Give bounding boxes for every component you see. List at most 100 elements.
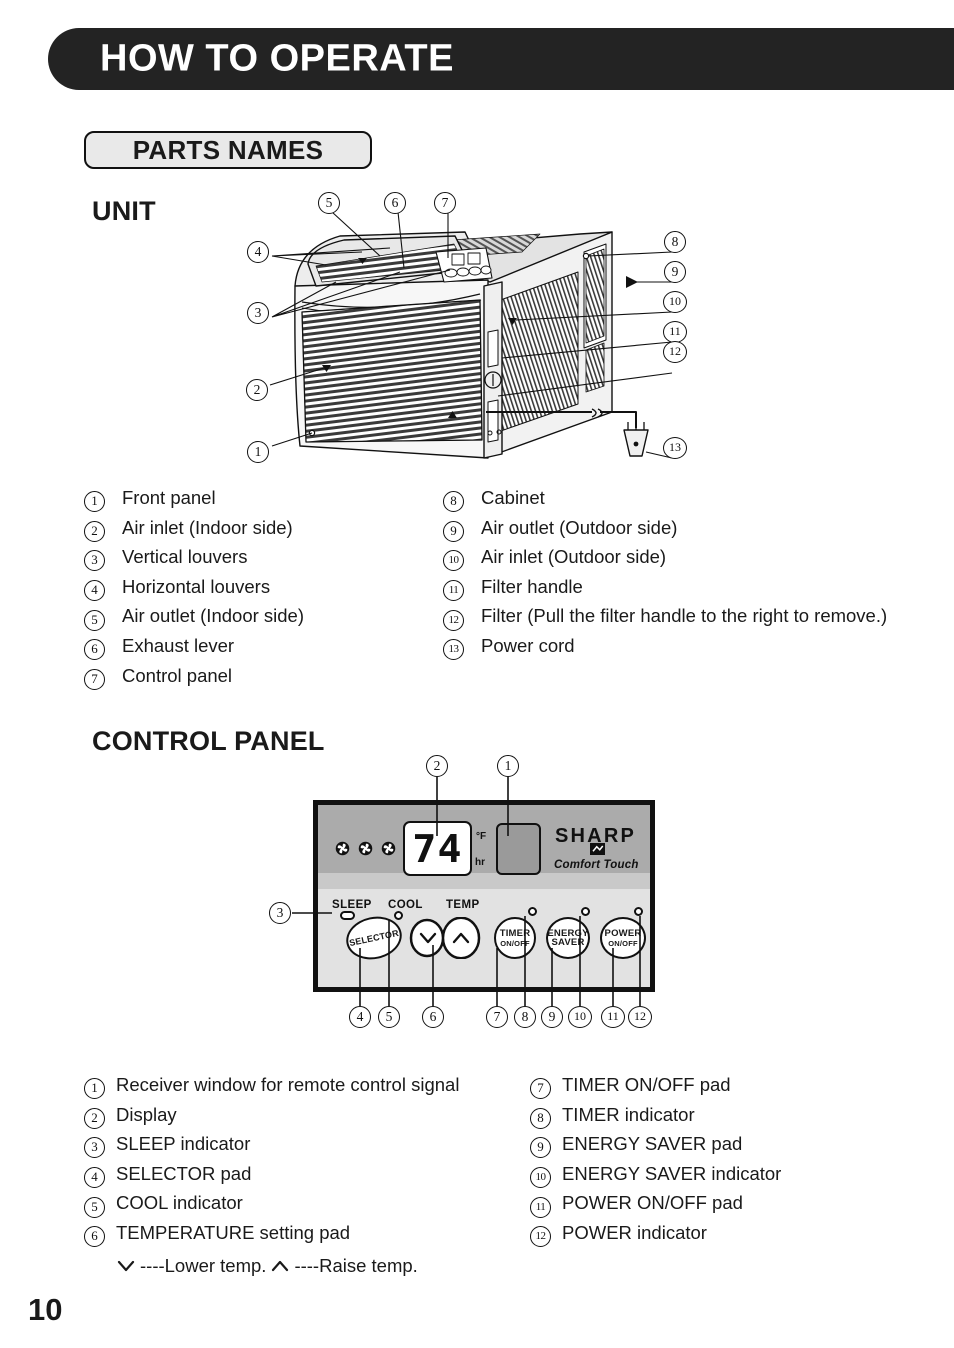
unit-section-heading: UNIT	[92, 196, 156, 226]
timer-pad-label-line2: ON/OFF	[500, 938, 530, 948]
list-item-label: Horizontal louvers	[122, 575, 271, 597]
control-panel-parts-list-right: 7 TIMER ON/OFF pad 8 TIMER indicator 9 ENER…	[530, 1074, 950, 1252]
list-item-label: Control panel	[122, 664, 233, 686]
list-item-number: 11	[443, 580, 464, 602]
list-item-number: 3	[84, 1137, 105, 1159]
energy-pad-label-line2: SAVER	[551, 937, 585, 948]
control-panel-parts-list-left: 1 Receiver window for remote control sign…	[84, 1074, 534, 1281]
unit-callout-10: 10	[663, 291, 687, 313]
list-item-number: 8	[530, 1107, 551, 1129]
list-item-label: Filter handle	[481, 575, 583, 597]
list-item: 3 Vertical louvers	[84, 546, 444, 576]
display-temperature-value: 74	[412, 827, 463, 871]
list-item-label: Filter (Pull the filter handle to the ri…	[481, 605, 888, 627]
list-item: 1 Receiver window for remote control sign…	[84, 1074, 534, 1104]
comfort-touch-mark-icon	[590, 843, 605, 855]
control-panel-callout-6: 6	[422, 1006, 444, 1028]
list-item-number: 4	[84, 1167, 105, 1189]
control-panel-callout-9: 9	[541, 1006, 563, 1028]
list-item-number: 9	[443, 520, 464, 542]
control-panel-callout-11: 11	[601, 1006, 625, 1028]
lower-temp-note: ----Lower temp.	[140, 1255, 267, 1277]
list-item: 10 Air inlet (Outdoor side)	[443, 546, 943, 576]
control-panel-callout-5: 5	[378, 1006, 400, 1028]
list-item-label: Vertical louvers	[122, 546, 248, 568]
power-pad-label-line1: POWER	[604, 928, 642, 939]
list-item-label: Power cord	[481, 634, 575, 656]
chevron-up-icon	[272, 1261, 289, 1272]
control-panel-callout-4: 4	[349, 1006, 371, 1028]
list-item-number: 12	[530, 1226, 551, 1248]
list-item: 6 Exhaust lever	[84, 635, 444, 665]
list-item-number: 11	[530, 1196, 551, 1218]
list-item-number: 6	[84, 639, 105, 661]
control-panel-callout-10: 10	[568, 1006, 592, 1028]
page-title: HOW TO OPERATE	[100, 37, 454, 80]
list-item-label: Air inlet (Outdoor side)	[481, 546, 667, 568]
energy-saver-pad[interactable]: ENERGY SAVER	[546, 917, 590, 959]
list-item-label: Cabinet	[481, 487, 545, 508]
temperature-pad-note: ----Lower temp. ----Raise temp.	[116, 1252, 534, 1282]
cool-indicator-led	[394, 911, 403, 920]
timer-pad-label-line1: TIMER	[499, 928, 531, 939]
list-item: 4 Horizontal louvers	[84, 576, 444, 606]
raise-temp-note: ----Raise temp.	[294, 1255, 418, 1277]
unit-callout-1: 1	[247, 441, 269, 463]
unit-callout-8: 8	[664, 231, 686, 253]
list-item-number: 1	[84, 1078, 105, 1100]
list-item-label: ENERGY SAVER indicator	[562, 1162, 782, 1184]
list-item-label: Air outlet (Indoor side)	[122, 605, 305, 627]
list-item-number: 5	[84, 609, 105, 631]
unit-callout-13: 13	[663, 437, 687, 459]
control-panel-divider-band	[318, 873, 650, 889]
sleep-indicator-label: SLEEP	[332, 899, 372, 911]
timer-onoff-pad[interactable]: TIMER ON/OFF	[494, 917, 536, 959]
list-item: 2 Air inlet (Indoor side)	[84, 517, 444, 547]
display-lcd: 74	[403, 821, 472, 876]
list-item-number: 1	[84, 491, 105, 513]
page-header-banner: HOW TO OPERATE	[48, 28, 954, 90]
energy-saver-indicator-led	[581, 907, 590, 916]
temperature-setting-pad[interactable]	[408, 917, 482, 959]
list-item: 1 Front panel	[84, 487, 444, 517]
control-panel-callout-7: 7	[486, 1006, 508, 1028]
control-panel-callout-3: 3	[269, 902, 291, 924]
remote-receiver-window	[496, 823, 541, 875]
fan-speed-icon	[358, 841, 373, 856]
unit-callout-3: 3	[247, 302, 269, 324]
unit-callout-9: 9	[664, 261, 686, 283]
list-item: 12 POWER indicator	[530, 1222, 950, 1252]
control-panel-section-heading: CONTROL PANEL	[92, 726, 325, 756]
unit-parts-list-right: 8 Cabinet 9 Air outlet (Outdoor side) 10 Ai…	[443, 487, 943, 665]
list-item-label: TIMER ON/OFF pad	[562, 1074, 731, 1095]
section-chip-parts-names: PARTS NAMES	[84, 131, 372, 169]
list-item-label: Receiver window for remote control signa…	[116, 1074, 460, 1095]
list-item-number: 12	[443, 609, 464, 631]
power-indicator-led	[634, 907, 643, 916]
list-item: 9 Air outlet (Outdoor side)	[443, 517, 943, 547]
display-unit-hour: hr	[475, 857, 485, 868]
list-item-number: 13	[443, 639, 464, 661]
list-item: 11 Filter handle	[443, 576, 943, 606]
list-item-label: TEMPERATURE setting pad	[116, 1221, 351, 1243]
list-item-number: 2	[84, 1107, 105, 1129]
list-item-number: 8	[443, 491, 464, 513]
page-number: 10	[28, 1292, 63, 1327]
unit-callout-6: 6	[384, 192, 406, 214]
temp-indicator-label: TEMP	[446, 899, 480, 911]
timer-indicator-led	[528, 907, 537, 916]
list-item-number: 4	[84, 580, 105, 602]
control-panel-callout-1: 1	[497, 755, 519, 777]
unit-callout-11: 11	[663, 321, 687, 343]
display-unit-fahrenheit: °F	[476, 831, 487, 842]
fan-speed-icon	[335, 841, 350, 856]
unit-illustration	[240, 190, 710, 480]
list-item: 7 Control panel	[84, 665, 444, 695]
list-item-label: POWER ON/OFF pad	[562, 1192, 743, 1214]
list-item: 9 ENERGY SAVER pad	[530, 1133, 950, 1163]
power-onoff-pad[interactable]: POWER ON/OFF	[600, 917, 646, 959]
unit-callout-5: 5	[318, 192, 340, 214]
control-panel-callout-2: 2	[426, 755, 448, 777]
list-item: 2 Display	[84, 1104, 534, 1134]
list-item: 4 SELECTOR pad	[84, 1163, 534, 1193]
